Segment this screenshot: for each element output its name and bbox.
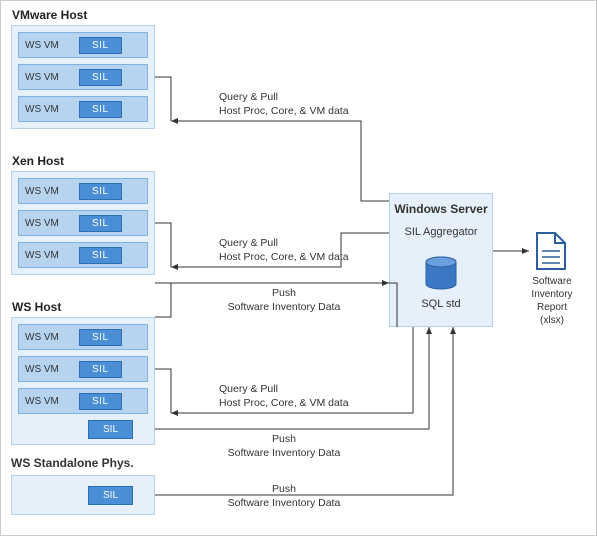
vm-row: WS VM SIL bbox=[18, 356, 148, 382]
windows-server-box: Windows Server SIL Aggregator SQL std bbox=[389, 193, 493, 327]
flow-query-pull-1: Query & Pull Host Proc, Core, & VM data bbox=[219, 91, 349, 118]
host-ws: WS Host WS VM SIL WS VM SIL WS VM SIL SI… bbox=[11, 317, 155, 445]
vm-label: WS VM bbox=[19, 364, 75, 375]
vm-label: WS VM bbox=[19, 72, 75, 83]
vm-label: WS VM bbox=[19, 250, 75, 261]
sil-badge: SIL bbox=[79, 329, 122, 346]
file-icon bbox=[535, 231, 567, 271]
vm-row: WS VM SIL bbox=[18, 96, 148, 122]
vm-label: WS VM bbox=[19, 186, 75, 197]
report-line3: (xlsx) bbox=[540, 315, 564, 326]
vm-label: WS VM bbox=[19, 218, 75, 229]
sil-badge: SIL bbox=[79, 361, 122, 378]
vm-row: WS VM SIL bbox=[18, 178, 148, 204]
sil-badge: SIL bbox=[79, 69, 122, 86]
sil-badge: SIL bbox=[79, 393, 122, 410]
host-title-xen: Xen Host bbox=[12, 154, 64, 168]
vm-row: WS VM SIL bbox=[18, 388, 148, 414]
sil-badge: SIL bbox=[79, 215, 122, 232]
vm-label: WS VM bbox=[19, 396, 75, 407]
diagram-canvas: VMware Host WS VM SIL WS VM SIL WS VM SI… bbox=[0, 0, 597, 536]
vm-label: WS VM bbox=[19, 40, 75, 51]
host-xen: Xen Host WS VM SIL WS VM SIL WS VM SIL bbox=[11, 171, 155, 275]
vm-row: WS VM SIL bbox=[18, 242, 148, 268]
report-line1: Software bbox=[532, 276, 571, 287]
standalone-title: WS Standalone Phys. bbox=[11, 456, 134, 470]
host-standalone: SIL bbox=[11, 475, 155, 515]
database-icon bbox=[423, 256, 459, 294]
sil-badge: SIL bbox=[79, 247, 122, 264]
report-line2: Inventory Report bbox=[531, 289, 572, 313]
vm-row: WS VM SIL bbox=[18, 324, 148, 350]
flow-query-pull-2: Query & Pull Host Proc, Core, & VM data bbox=[219, 237, 349, 264]
sil-badge: SIL bbox=[79, 101, 122, 118]
host-vmware: VMware Host WS VM SIL WS VM SIL WS VM SI… bbox=[11, 25, 155, 129]
sil-badge-host: SIL bbox=[88, 420, 133, 439]
server-title: Windows Server bbox=[390, 202, 492, 216]
vm-label: WS VM bbox=[19, 332, 75, 343]
vm-row: WS VM SIL bbox=[18, 210, 148, 236]
flow-push-3: Push Software Inventory Data bbox=[219, 483, 349, 510]
report-label: Software Inventory Report (xlsx) bbox=[517, 275, 587, 327]
vm-label: WS VM bbox=[19, 104, 75, 115]
flow-push-2: Push Software Inventory Data bbox=[219, 433, 349, 460]
server-subtitle: SIL Aggregator bbox=[390, 226, 492, 238]
sil-badge-standalone: SIL bbox=[88, 486, 133, 505]
vm-row: WS VM SIL bbox=[18, 64, 148, 90]
flow-query-pull-3: Query & Pull Host Proc, Core, & VM data bbox=[219, 383, 349, 410]
sil-badge: SIL bbox=[79, 183, 122, 200]
sil-badge: SIL bbox=[79, 37, 122, 54]
host-title-ws: WS Host bbox=[12, 300, 61, 314]
vm-row: WS VM SIL bbox=[18, 32, 148, 58]
db-label: SQL std bbox=[390, 298, 492, 310]
flow-push-1: Push Software Inventory Data bbox=[219, 287, 349, 314]
host-title-vmware: VMware Host bbox=[12, 8, 87, 22]
